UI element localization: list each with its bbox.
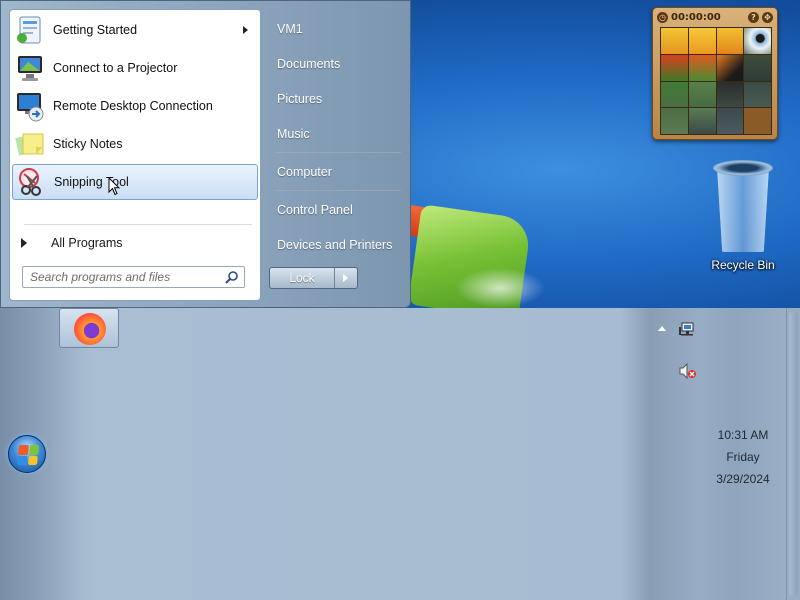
clock-icon[interactable]: ◷ [657, 11, 668, 23]
projector-icon [14, 52, 46, 84]
recycle-bin[interactable]: Recycle Bin [700, 160, 786, 272]
all-programs-label: All Programs [51, 236, 123, 250]
getting-started-icon [14, 14, 46, 46]
program-remote-desktop[interactable]: Remote Desktop Connection [12, 88, 258, 124]
taskbar-button-firefox[interactable] [59, 308, 119, 348]
gadget-toolbar: ◷ 00:00:00 ? ✥ [657, 10, 773, 24]
places-item-documents[interactable]: Documents [271, 51, 403, 77]
start-menu-places-pane: VM1 Documents Pictures Music Computer Co… [263, 9, 409, 301]
menu-separator [275, 152, 401, 153]
firefox-icon [74, 313, 106, 345]
mouse-cursor-icon [108, 177, 120, 196]
places-item-music[interactable]: Music [271, 121, 403, 147]
places-item-pictures[interactable]: Pictures [271, 86, 403, 112]
start-menu: Getting Started Connect to a Projector R… [0, 0, 411, 308]
clock-time: 10:31 AM [717, 428, 769, 442]
puzzle-tile[interactable] [716, 108, 744, 134]
submenu-arrow-icon [243, 26, 248, 34]
program-label: Getting Started [53, 23, 138, 37]
program-connect-to-projector[interactable]: Connect to a Projector [12, 50, 258, 86]
search-icon[interactable] [225, 271, 238, 284]
windows-flag-icon [16, 445, 40, 465]
search-box[interactable] [22, 266, 245, 288]
help-icon[interactable]: ? [748, 11, 759, 23]
recycle-bin-label: Recycle Bin [711, 258, 775, 272]
puzzle-tile[interactable] [744, 28, 771, 54]
picture-puzzle-gadget[interactable]: ◷ 00:00:00 ? ✥ [652, 7, 778, 140]
clock-day: Friday [726, 450, 760, 464]
show-desktop-surface [789, 312, 798, 596]
remote-desktop-icon [14, 90, 46, 122]
program-snipping-tool[interactable]: Snipping Tool [12, 164, 258, 200]
puzzle-tile[interactable] [688, 54, 716, 81]
clock-date: 3/29/2024 [716, 472, 770, 486]
shutdown-options-arrow-icon[interactable] [335, 268, 357, 288]
puzzle-tile[interactable] [716, 28, 744, 54]
puzzle-tile[interactable] [716, 54, 744, 81]
puzzle-tile[interactable] [744, 81, 771, 108]
places-item-control-panel[interactable]: Control Panel [271, 197, 403, 223]
puzzle-tile[interactable] [661, 108, 688, 134]
taskbar-shading [0, 308, 800, 600]
start-menu-programs-pane: Getting Started Connect to a Projector R… [9, 9, 261, 301]
program-label: Sticky Notes [53, 137, 123, 151]
taskbar: 10:31 AM Friday 3/29/2024 [0, 308, 800, 600]
show-hidden-icons-icon[interactable] [658, 326, 666, 331]
puzzle-tile[interactable] [688, 28, 716, 54]
all-programs-button[interactable]: All Programs [18, 232, 254, 254]
show-desktop-button[interactable] [786, 308, 800, 600]
menu-separator [24, 224, 252, 225]
places-item-user[interactable]: VM1 [271, 16, 403, 42]
places-item-computer[interactable]: Computer [271, 159, 403, 185]
expand-arrow-icon [21, 238, 27, 248]
puzzle-tile[interactable] [661, 54, 688, 81]
puzzle-tile[interactable] [661, 81, 688, 108]
program-getting-started[interactable]: Getting Started [12, 12, 258, 48]
puzzle-tile[interactable] [688, 81, 716, 108]
program-label: Connect to a Projector [53, 61, 178, 75]
lock-label: Lock [270, 268, 335, 288]
puzzle-tile[interactable] [716, 81, 744, 108]
start-button[interactable] [8, 435, 46, 473]
puzzle-tile[interactable] [688, 108, 716, 134]
wallpaper-glow [455, 268, 545, 308]
puzzle-grid[interactable] [660, 27, 772, 135]
puzzle-empty-tile [744, 108, 771, 134]
menu-separator [275, 190, 401, 191]
program-sticky-notes[interactable]: Sticky Notes [12, 126, 258, 162]
gadget-timer: 00:00:00 [671, 11, 721, 23]
places-item-devices-printers[interactable]: Devices and Printers [271, 232, 403, 258]
solve-icon[interactable]: ✥ [762, 11, 773, 23]
recycle-bin-icon [711, 160, 775, 252]
search-input[interactable] [23, 267, 213, 287]
system-clock[interactable]: 10:31 AM Friday 3/29/2024 [700, 424, 786, 490]
puzzle-tile[interactable] [744, 54, 771, 81]
sticky-notes-icon [14, 128, 46, 160]
snipping-tool-icon [15, 166, 47, 198]
network-icon[interactable] [679, 322, 695, 336]
volume-muted-icon[interactable] [679, 362, 697, 380]
program-label: Remote Desktop Connection [53, 99, 213, 113]
puzzle-tile[interactable] [661, 28, 688, 54]
lock-button[interactable]: Lock [269, 267, 358, 289]
